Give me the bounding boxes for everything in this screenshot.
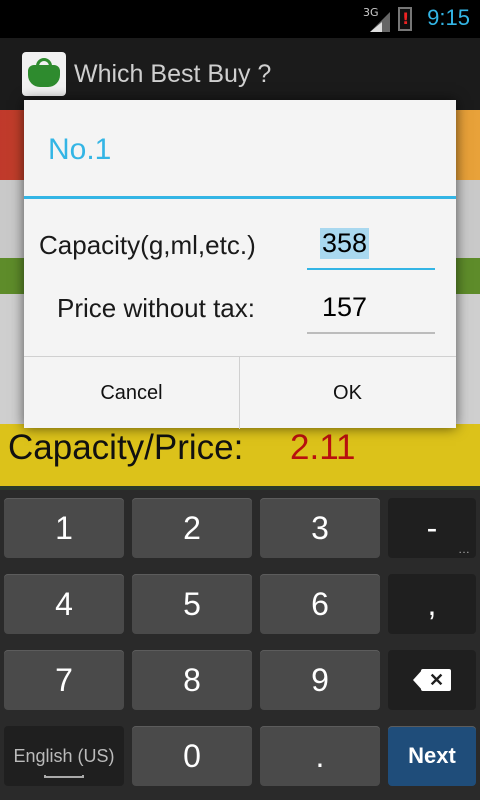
app-title: Which Best Buy ? <box>74 60 272 88</box>
key-9[interactable]: 9 <box>260 650 380 710</box>
capacity-input-underline <box>307 268 435 270</box>
capacity-label: Capacity(g,ml,etc.) <box>39 230 256 260</box>
key-7[interactable]: 7 <box>4 650 124 710</box>
numeric-keyboard: 1 2 3 - … 4 5 6 , 7 8 9 ✕ English (US) 0… <box>0 490 480 800</box>
signal-icon <box>370 12 390 32</box>
ok-button[interactable]: OK <box>240 357 455 429</box>
language-key[interactable]: English (US) <box>4 726 124 786</box>
key-minus-label: - <box>426 509 438 546</box>
item-input-dialog: No.1 Capacity(g,ml,etc.) 358 Price witho… <box>24 100 456 429</box>
key-2[interactable]: 2 <box>132 498 252 558</box>
key-6[interactable]: 6 <box>260 574 380 634</box>
dialog-button-row: Cancel OK <box>24 356 456 429</box>
key-0[interactable]: 0 <box>132 726 252 786</box>
capacity-price-value: 2.11 <box>290 428 356 467</box>
dialog-title: No.1 <box>48 133 112 166</box>
app-purse-icon[interactable] <box>22 52 66 96</box>
cancel-button[interactable]: Cancel <box>24 357 240 429</box>
price-input[interactable]: 157 <box>322 292 367 323</box>
language-label: English (US) <box>13 745 115 766</box>
next-key[interactable]: Next <box>388 726 476 786</box>
capacity-price-label: Capacity/Price: <box>8 428 244 467</box>
key-4[interactable]: 4 <box>4 574 124 634</box>
key-5[interactable]: 5 <box>132 574 252 634</box>
space-bar-icon <box>44 775 84 778</box>
status-clock: 9:15 <box>427 5 470 30</box>
key-1[interactable]: 1 <box>4 498 124 558</box>
price-label: Price without tax: <box>57 293 255 323</box>
status-bar: 3G ! 9:15 <box>0 0 480 38</box>
battery-warning-icon: ! <box>398 7 412 31</box>
key-8[interactable]: 8 <box>132 650 252 710</box>
dialog-title-divider <box>24 196 456 199</box>
key-comma[interactable]: , <box>388 574 476 634</box>
backspace-icon: ✕ <box>413 669 451 691</box>
more-icon: … <box>458 542 470 556</box>
price-input-underline <box>307 332 435 334</box>
key-minus[interactable]: - … <box>388 498 476 558</box>
backspace-key[interactable]: ✕ <box>388 650 476 710</box>
capacity-input[interactable]: 358 <box>320 228 370 259</box>
key-period[interactable]: . <box>260 726 380 786</box>
key-3[interactable]: 3 <box>260 498 380 558</box>
